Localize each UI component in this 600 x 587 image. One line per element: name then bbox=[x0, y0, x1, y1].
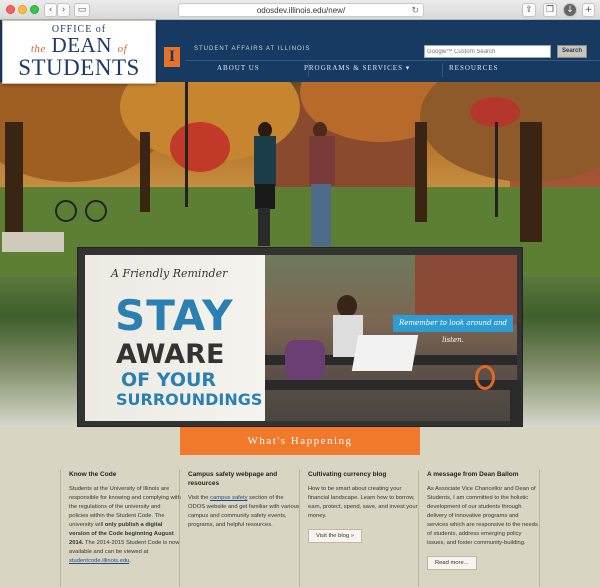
search-button[interactable]: Search bbox=[557, 45, 587, 58]
minimize-window-icon[interactable] bbox=[18, 5, 27, 14]
nav-programs-services[interactable]: PROGRAMS & SERVICES ▾ bbox=[304, 64, 410, 72]
news-column-currency-blog: Cultivating currency blog How to be smar… bbox=[308, 470, 420, 543]
stay-heading: STAY bbox=[115, 291, 234, 340]
friendly-reminder-label: A Friendly Reminder bbox=[111, 267, 228, 280]
safety-reminder-banner[interactable]: A Friendly Reminder STAY AWARE OF YOUR S… bbox=[77, 247, 523, 430]
logo-dean: DEAN bbox=[51, 33, 112, 57]
downloads-icon[interactable]: ↓ bbox=[563, 3, 577, 17]
news-column-dean-message: A message from Dean Ballom As Associate … bbox=[427, 470, 539, 570]
tree-foliage bbox=[170, 122, 230, 172]
zoom-window-icon[interactable] bbox=[30, 5, 39, 14]
search-input[interactable] bbox=[424, 45, 551, 58]
visit-blog-button[interactable]: Visit the blog » bbox=[308, 529, 362, 543]
main-nav: ABOUT US PROGRAMS & SERVICES ▾ RESOURCES bbox=[186, 60, 600, 78]
news-title: Cultivating currency blog bbox=[308, 471, 387, 478]
slideshow-control[interactable] bbox=[510, 380, 521, 430]
logo-students: STUDENTS bbox=[18, 55, 140, 80]
illinois-i-logo[interactable]: I bbox=[164, 47, 180, 67]
forward-icon[interactable]: › bbox=[57, 3, 70, 17]
column-divider bbox=[299, 470, 300, 587]
nav-about-us[interactable]: ABOUT US bbox=[217, 64, 260, 72]
tree-trunk bbox=[520, 122, 542, 242]
news-title: Know the Code bbox=[69, 471, 117, 478]
news-body: Students at the University of Illinois a… bbox=[69, 486, 181, 564]
browser-toolbar: ‹ › ▭ odosdev.illinois.edu/new/ ↻ ⇪ ❐ ↓ … bbox=[0, 0, 600, 20]
reminder-text-panel: A Friendly Reminder STAY AWARE OF YOUR S… bbox=[85, 255, 265, 421]
tree-trunk bbox=[5, 122, 23, 242]
remember-banner: Remember to look around and listen. bbox=[393, 315, 513, 344]
of-your-heading: OF YOUR bbox=[121, 369, 217, 391]
back-icon[interactable]: ‹ bbox=[44, 3, 57, 17]
tree-trunk bbox=[415, 122, 427, 222]
aware-heading: AWARE bbox=[116, 339, 225, 370]
column-divider bbox=[179, 470, 180, 587]
bike-wheel bbox=[475, 365, 495, 390]
backpack bbox=[285, 340, 325, 380]
sidebar-icon[interactable]: ▭ bbox=[74, 3, 90, 17]
news-title: Campus safety webpage and resources bbox=[188, 471, 278, 487]
share-icon[interactable]: ⇪ bbox=[522, 3, 536, 17]
student-walking bbox=[305, 122, 339, 247]
lamp-post bbox=[495, 122, 498, 217]
news-body: Visit the campus safety section of the O… bbox=[188, 495, 300, 528]
tree-trunk bbox=[140, 132, 150, 212]
news-title: A message from Dean Ballom bbox=[427, 471, 519, 478]
student-head bbox=[337, 295, 357, 317]
nav-divider bbox=[442, 63, 443, 77]
logo-the: the bbox=[30, 43, 46, 55]
surroundings-heading: SURROUNDINGS bbox=[116, 390, 263, 409]
campus-safety-link[interactable]: campus safety bbox=[210, 495, 247, 501]
logo-of: of bbox=[117, 43, 128, 55]
news-body: As Associate Vice Chancellor and Dean of… bbox=[427, 486, 538, 546]
whats-happening-button[interactable]: What's Happening bbox=[180, 427, 420, 455]
address-bar[interactable]: odosdev.illinois.edu/new/ ↻ bbox=[178, 3, 424, 17]
student-on-bench-photo bbox=[265, 255, 517, 421]
reload-icon[interactable]: ↻ bbox=[411, 4, 419, 17]
tabs-icon[interactable]: ❐ bbox=[543, 3, 557, 17]
bench bbox=[2, 232, 64, 252]
nav-resources[interactable]: RESOURCES bbox=[449, 64, 498, 72]
new-tab-icon[interactable]: + bbox=[582, 3, 595, 17]
read-more-button[interactable]: Read more... bbox=[427, 556, 477, 570]
laptop bbox=[351, 335, 419, 371]
url-text: odosdev.illinois.edu/new/ bbox=[256, 6, 346, 15]
bicycle-wheel bbox=[85, 200, 107, 222]
student-walking bbox=[250, 122, 280, 247]
student-code-link[interactable]: studentcode.illinois.edu bbox=[69, 558, 129, 564]
tree-foliage bbox=[420, 82, 600, 182]
bicycle-wheel bbox=[55, 200, 77, 222]
column-divider bbox=[539, 470, 540, 587]
lamp-post bbox=[185, 82, 188, 207]
column-divider bbox=[60, 470, 61, 587]
column-divider bbox=[418, 470, 419, 587]
news-column-campus-safety: Campus safety webpage and resources Visi… bbox=[188, 470, 300, 530]
close-window-icon[interactable] bbox=[6, 5, 15, 14]
news-column-know-the-code: Know the Code Students at the University… bbox=[69, 470, 181, 566]
dean-of-students-logo[interactable]: OFFICE of the DEAN of STUDENTS bbox=[2, 20, 156, 84]
site-tagline[interactable]: STUDENT AFFAIRS AT ILLINOIS bbox=[194, 46, 310, 52]
news-body: How to be smart about creating your fina… bbox=[308, 486, 418, 519]
